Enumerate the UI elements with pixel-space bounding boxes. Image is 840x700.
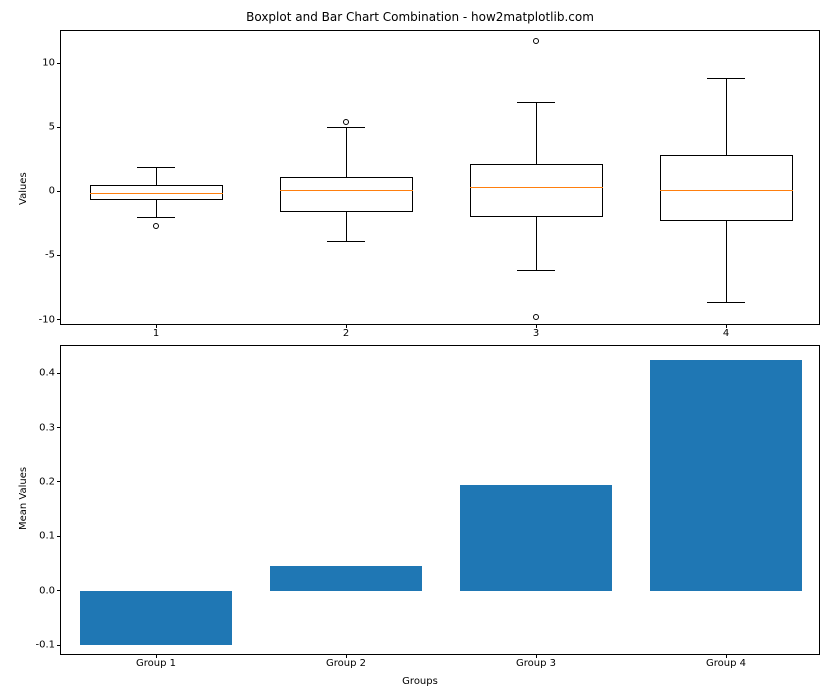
box-2 xyxy=(280,177,413,212)
xtick-label: Group 2 xyxy=(326,654,366,669)
whisker-low-3 xyxy=(536,217,537,270)
xtick-label: Group 1 xyxy=(136,654,176,669)
ytick-label: 5 xyxy=(49,122,61,133)
figure: Boxplot and Bar Chart Combination - how2… xyxy=(0,0,840,700)
whisker-high-2 xyxy=(346,127,347,177)
outlier-1-0 xyxy=(153,223,159,229)
bar-4 xyxy=(650,360,802,591)
ytick-label: 10 xyxy=(42,58,61,69)
xtick-label: 1 xyxy=(153,324,159,339)
bar-3 xyxy=(460,485,612,591)
median-2 xyxy=(280,190,413,191)
whisker-high-3 xyxy=(536,102,537,165)
outlier-3-0 xyxy=(533,314,539,320)
axes-boxplot: -10-505101234 xyxy=(60,30,820,325)
ytick-label: 0.0 xyxy=(39,585,61,596)
outlier-2-0 xyxy=(343,119,349,125)
whisker-high-1 xyxy=(156,167,157,185)
cap-high-1 xyxy=(137,167,175,168)
cap-low-2 xyxy=(327,241,365,242)
ytick-label: 0.2 xyxy=(39,476,61,487)
axes-bar: -0.10.00.10.20.30.4Group 1Group 2Group 3… xyxy=(60,345,820,655)
bar-1 xyxy=(80,591,232,645)
whisker-low-2 xyxy=(346,212,347,242)
median-4 xyxy=(660,190,793,191)
whisker-low-1 xyxy=(156,200,157,217)
bar-2 xyxy=(270,566,422,590)
ylabel-bottom: Mean Values xyxy=(18,467,29,530)
xtick-label: 3 xyxy=(533,324,539,339)
ytick-label: 0.3 xyxy=(39,422,61,433)
xlabel: Groups xyxy=(0,676,840,687)
median-3 xyxy=(470,187,603,188)
cap-high-3 xyxy=(517,102,555,103)
ytick-label: 0.1 xyxy=(39,531,61,542)
xtick-label: 2 xyxy=(343,324,349,339)
ytick-label: 0.4 xyxy=(39,368,61,379)
xtick-label: Group 4 xyxy=(706,654,746,669)
ytick-label: 0 xyxy=(49,186,61,197)
figure-title: Boxplot and Bar Chart Combination - how2… xyxy=(0,10,840,24)
ylabel-top: Values xyxy=(18,172,29,205)
ytick-label: -5 xyxy=(45,250,61,261)
xtick-label: 4 xyxy=(723,324,729,339)
outlier-3-1 xyxy=(533,38,539,44)
ytick-label: -10 xyxy=(39,314,61,325)
whisker-low-4 xyxy=(726,221,727,302)
whisker-high-4 xyxy=(726,78,727,155)
cap-high-2 xyxy=(327,127,365,128)
xtick-label: Group 3 xyxy=(516,654,556,669)
cap-low-4 xyxy=(707,302,745,303)
cap-high-4 xyxy=(707,78,745,79)
median-1 xyxy=(90,193,223,194)
box-3 xyxy=(470,164,603,217)
cap-low-3 xyxy=(517,270,555,271)
cap-low-1 xyxy=(137,217,175,218)
box-4 xyxy=(660,155,793,220)
ytick-label: -0.1 xyxy=(35,640,61,651)
